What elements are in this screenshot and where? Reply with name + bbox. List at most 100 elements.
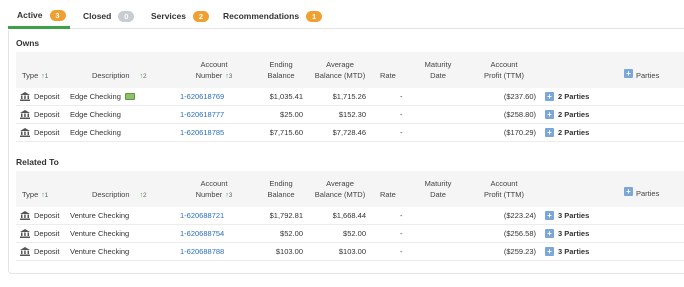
col-account-label-2: Number — [195, 71, 223, 80]
col-ending-balance-header[interactable]: Ending Balance — [260, 59, 302, 81]
col-account-number-header[interactable]: Account Number ↑3 — [184, 178, 244, 201]
expand-all-parties-icon[interactable]: + — [624, 187, 633, 196]
tab-services-count-badge: 2 — [192, 10, 209, 22]
col-parties-header[interactable]: Parties — [636, 188, 659, 199]
owns-section-title: Owns — [16, 38, 40, 48]
col-description-header[interactable]: Description ↑2 — [92, 70, 147, 82]
sort-order-label: 1 — [44, 192, 49, 199]
col-account-label-1: Account — [200, 60, 228, 69]
tab-services-label: Services — [151, 11, 186, 21]
col-maturity-header[interactable]: Maturity Date — [418, 178, 458, 200]
col-maturity-label-2: Date — [430, 71, 446, 80]
row-ending-balance: $25.00 — [280, 110, 303, 119]
col-maturity-header[interactable]: Maturity Date — [418, 59, 458, 81]
account-number-link[interactable]: 1-620618785 — [180, 124, 224, 142]
tab-services[interactable]: Services 2 — [142, 4, 214, 28]
expand-parties-icon[interactable]: + — [545, 110, 554, 119]
owns-table-header: Type ↑1 Description ↑2 Account Number ↑3 En… — [16, 52, 684, 88]
row-rate: - — [400, 247, 403, 256]
row-parties[interactable]: 3 Parties — [558, 243, 589, 261]
col-type-label: Type — [22, 190, 39, 199]
col-average-label-2: Balance (MTD) — [314, 71, 366, 80]
row-parties[interactable]: 3 Parties — [558, 207, 589, 225]
tab-bar: Active 3 Closed 0 Services 2 Recommendat… — [8, 4, 684, 29]
row-parties[interactable]: 2 Parties — [558, 106, 589, 124]
row-type: Deposit — [34, 92, 60, 101]
col-profit-header[interactable]: Account Profit (TTM) — [474, 178, 534, 200]
row-average-balance: $1,715.26 — [332, 92, 366, 101]
col-profit-label-2: Profit (TTM) — [484, 190, 524, 199]
col-ending-label-2: Balance — [267, 71, 295, 80]
col-rate-header[interactable]: Rate — [380, 189, 396, 200]
col-profit-header[interactable]: Account Profit (TTM) — [474, 59, 534, 81]
col-description-header[interactable]: Description ↑2 — [92, 189, 147, 201]
account-number-link[interactable]: 1-620618777 — [180, 106, 224, 124]
row-average-balance: $52.00 — [343, 229, 366, 238]
table-row[interactable]: Deposit Edge Checking 1-620618785 $7,715… — [16, 124, 684, 142]
col-description-label: Description — [92, 190, 130, 199]
table-row[interactable]: Deposit Edge Checking 1-620618777 $25.00… — [16, 106, 684, 124]
row-ending-balance: $1,035.41 — [269, 92, 303, 101]
account-number-link[interactable]: 1-620688788 — [180, 243, 224, 261]
row-description: Edge Checking — [70, 110, 121, 119]
table-row[interactable]: Deposit Venture Checking 1-620688788 $10… — [16, 243, 684, 261]
credit-card-icon[interactable] — [124, 92, 135, 100]
row-ending-balance: $7,715.60 — [269, 128, 303, 137]
col-parties-header[interactable]: Parties — [636, 70, 659, 81]
col-average-label-1: Average — [326, 179, 354, 188]
row-profit: ($223.24) — [503, 211, 536, 220]
col-average-label-1: Average — [326, 60, 354, 69]
row-rate: - — [400, 211, 403, 220]
account-number-link[interactable]: 1-620618769 — [180, 88, 224, 106]
row-rate: - — [400, 110, 403, 119]
table-row[interactable]: Deposit Venture Checking 1-620688721 $1,… — [16, 207, 684, 225]
table-row[interactable]: Deposit Venture Checking 1-620688754 $52… — [16, 225, 684, 243]
row-type: Deposit — [34, 110, 60, 119]
sort-order-label: 1 — [44, 73, 49, 80]
row-description: Venture Checking — [70, 247, 130, 256]
row-rate: - — [400, 128, 403, 137]
col-type-header[interactable]: Type ↑1 — [22, 70, 48, 82]
col-profit-label-2: Profit (TTM) — [484, 71, 524, 80]
col-average-balance-header[interactable]: Average Balance (MTD) — [308, 59, 372, 81]
col-account-number-header[interactable]: Account Number ↑3 — [184, 59, 244, 82]
account-number-link[interactable]: 1-620688754 — [180, 225, 224, 243]
related-table-header: Type ↑1 Description ↑2 Account Number ↑3 En… — [16, 171, 684, 207]
col-rate-header[interactable]: Rate — [380, 70, 396, 81]
expand-parties-icon[interactable]: + — [545, 211, 554, 220]
expand-parties-icon[interactable]: + — [545, 92, 554, 101]
tab-closed[interactable]: Closed 0 — [74, 4, 135, 28]
tab-closed-label: Closed — [83, 11, 112, 21]
col-account-label-2: Number — [195, 190, 223, 199]
account-number-link[interactable]: 1-620688721 — [180, 207, 224, 225]
expand-parties-icon[interactable]: + — [545, 128, 554, 137]
bank-icon — [20, 128, 30, 137]
expand-all-parties-icon[interactable]: + — [624, 69, 633, 78]
row-parties[interactable]: 2 Parties — [558, 88, 589, 106]
row-description: Venture Checking — [70, 211, 130, 220]
tab-active-label: Active — [17, 10, 43, 20]
row-profit: ($170.29) — [503, 128, 536, 137]
col-profit-label-1: Account — [490, 60, 518, 69]
row-ending-balance: $103.00 — [275, 247, 303, 256]
tab-closed-count-badge: 0 — [118, 10, 135, 22]
row-parties[interactable]: 2 Parties — [558, 124, 589, 142]
row-profit: ($237.60) — [503, 92, 536, 101]
bank-icon — [20, 92, 30, 101]
row-description: Edge Checking — [70, 128, 121, 137]
row-type: Deposit — [34, 247, 60, 256]
related-section-title: Related To — [16, 157, 59, 167]
row-parties[interactable]: 3 Parties — [558, 225, 589, 243]
col-type-header[interactable]: Type ↑1 — [22, 189, 48, 201]
tab-active[interactable]: Active 3 — [8, 4, 70, 29]
row-average-balance: $152.30 — [338, 110, 366, 119]
col-average-label-2: Balance (MTD) — [314, 190, 366, 199]
expand-parties-icon[interactable]: + — [545, 229, 554, 238]
sort-order-label: 3 — [228, 73, 233, 80]
expand-parties-icon[interactable]: + — [545, 247, 554, 256]
tab-recommendations[interactable]: Recommendations 1 — [214, 4, 324, 28]
col-ending-balance-header[interactable]: Ending Balance — [260, 178, 302, 200]
col-ending-label-1: Ending — [269, 60, 293, 69]
table-row[interactable]: Deposit Edge Checking 1-620618769 $1,035… — [16, 88, 684, 106]
col-average-balance-header[interactable]: Average Balance (MTD) — [308, 178, 372, 200]
